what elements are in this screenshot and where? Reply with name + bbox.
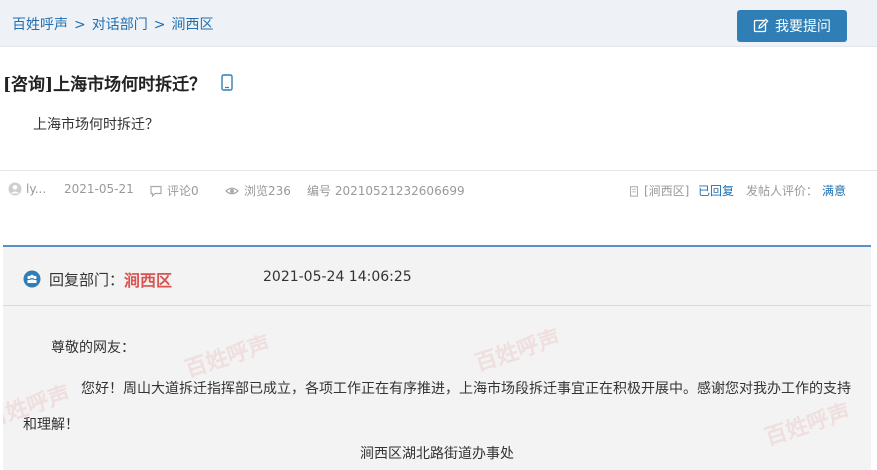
breadcrumb-separator: > — [153, 17, 166, 33]
meta-status: 已回复 — [698, 184, 735, 198]
breadcrumb-item-dialogue[interactable]: 对话部门 — [92, 17, 148, 33]
breadcrumb-item-home[interactable]: 百姓呼声 — [12, 17, 68, 33]
meta-comments[interactable]: 评论0 — [149, 182, 199, 199]
meta-user-name: ly... — [26, 182, 47, 196]
ask-question-button[interactable]: 我要提问 — [737, 10, 847, 42]
question-tag: [咨询] — [3, 75, 54, 95]
reply-department: 回复部门： 涧西区 — [23, 267, 172, 291]
group-icon — [23, 270, 41, 288]
meta-number: 编号 20210521232606699 — [307, 184, 465, 198]
reply-greeting: 尊敬的网友： — [51, 340, 135, 356]
reply-body: 尊敬的网友： 您好！周山大道拆迁指挥部已成立，各项工作正在有序推进，上海市场段拆… — [3, 305, 871, 470]
question-title: [咨询] 上海市场何时拆迁？ — [3, 70, 234, 95]
reply-text: 您好！周山大道拆迁指挥部已成立，各项工作正在有序推进，上海市场段拆迁事宜正在积极… — [23, 381, 851, 433]
breadcrumb: 百姓呼声 > 对话部门 > 涧西区 — [12, 14, 213, 34]
question-meta: ly... 2021-05-21 评论0 浏览236 编号 2021052123… — [0, 182, 877, 202]
reply-time: 2021-05-24 14:06:25 — [263, 269, 412, 285]
ask-button-label: 我要提问 — [775, 19, 831, 35]
reply-panel: 百姓呼声 百姓呼声 百姓呼声 百姓呼声 百姓呼声 回复部门：涧西区 2021-0… — [3, 245, 871, 470]
edit-icon — [753, 18, 769, 33]
question-content: 上海市场何时拆迁？ — [33, 117, 159, 133]
user-icon — [8, 182, 22, 196]
breadcrumb-item-district[interactable]: 涧西区 — [171, 17, 213, 33]
reply-signature: 涧西区湖北路街道办事处 — [360, 446, 514, 462]
meta-date: 2021-05-21 — [64, 182, 134, 196]
meta-district[interactable]: [涧西区] — [628, 182, 689, 199]
top-bar: 百姓呼声 > 对话部门 > 涧西区 我要提问 — [0, 0, 877, 47]
building-icon — [630, 185, 638, 197]
reply-dept-label: 回复部门： — [49, 270, 125, 289]
question-title-text: 上海市场何时拆迁？ — [53, 75, 207, 95]
meta-views: 浏览236 — [224, 182, 291, 199]
eye-icon — [225, 187, 239, 194]
meta-rating: 发帖人评价： 满意 — [746, 184, 847, 198]
meta-rating-value: 满意 — [822, 184, 847, 198]
reply-header: 回复部门： 涧西区 2021-05-24 14:06:25 — [3, 247, 871, 306]
reply-dept-name[interactable]: 涧西区 — [124, 267, 172, 291]
comment-icon — [150, 185, 162, 197]
mobile-icon[interactable] — [220, 73, 234, 92]
meta-user[interactable]: ly... — [8, 182, 46, 196]
divider — [0, 170, 877, 171]
breadcrumb-separator: > — [74, 17, 86, 33]
